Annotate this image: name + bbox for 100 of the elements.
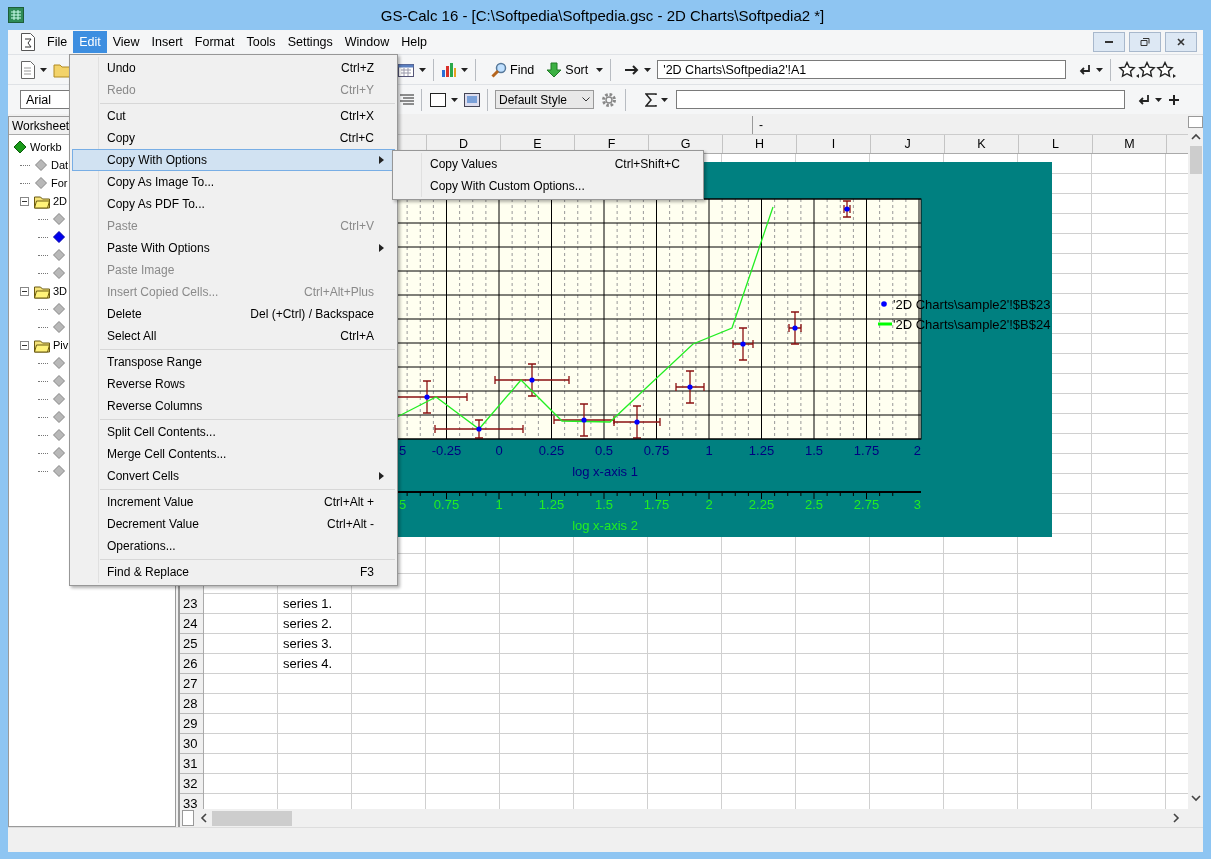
border-icon[interactable]	[429, 91, 447, 108]
scroll-up-icon[interactable]	[1190, 133, 1201, 141]
menu-item[interactable]: Window	[338, 31, 396, 53]
menu-item[interactable]: Reverse Columns	[72, 395, 395, 417]
star-icon[interactable]	[1118, 60, 1137, 79]
caret-icon[interactable]	[451, 97, 458, 102]
menu-item[interactable]: Help	[395, 31, 433, 53]
enter-icon[interactable]	[1078, 63, 1093, 76]
new-document-icon[interactable]	[20, 60, 36, 79]
menu-item[interactable]: View	[106, 31, 146, 53]
menu-item[interactable]: Copy As Image To...	[72, 171, 395, 193]
collapse-icon[interactable]	[20, 286, 29, 296]
menu-item[interactable]: Reverse Rows	[72, 373, 395, 395]
image-icon[interactable]	[464, 92, 480, 107]
bar-chart-icon[interactable]	[441, 61, 457, 78]
caret-icon[interactable]	[40, 67, 47, 72]
caret-icon[interactable]	[1155, 97, 1162, 102]
menu-item[interactable]: Decrement Value Ctrl+Alt -	[72, 513, 395, 535]
tree-item[interactable]: 3D	[9, 282, 69, 300]
menu-item[interactable]: Operations...	[72, 535, 395, 557]
menu-item[interactable]: Copy As PDF To...	[72, 193, 395, 215]
menu-item[interactable]: Increment Value Ctrl+Alt +	[72, 491, 395, 513]
caret-icon[interactable]	[461, 67, 468, 72]
sum-icon[interactable]	[645, 92, 657, 107]
tree-item[interactable]: Piv	[9, 336, 70, 354]
diamond-icon	[52, 464, 66, 478]
row-number[interactable]: 25	[180, 634, 203, 654]
tree-item[interactable]: Workb	[9, 138, 63, 156]
style-select[interactable]: Default Style	[495, 90, 594, 109]
name-box[interactable]: '2D Charts\Softpedia2'!A1	[657, 60, 1067, 79]
settings-icon[interactable]	[600, 90, 618, 109]
menu-item[interactable]: Copy Values Ctrl+Shift+C	[395, 153, 701, 175]
folder-icon[interactable]	[53, 61, 71, 78]
caret-icon[interactable]	[419, 67, 426, 72]
menu-item[interactable]: Transpose Range	[72, 351, 395, 373]
table-cell-text: series 3.	[282, 635, 334, 653]
menu-item[interactable]: Find & Replace F3	[72, 561, 395, 583]
menu-item[interactable]: Undo Ctrl+Z	[72, 57, 395, 79]
menu-item[interactable]: Settings	[281, 31, 339, 53]
column-header[interactable]: H	[723, 135, 797, 153]
caret-icon[interactable]	[661, 97, 668, 102]
sort-button[interactable]: Sort	[542, 59, 593, 80]
align-justify-icon[interactable]	[400, 93, 414, 106]
tick-label: 0.25	[538, 443, 565, 458]
caret-icon[interactable]	[1096, 67, 1104, 72]
menu-item[interactable]: Copy With Custom Options...	[395, 175, 701, 197]
tree-item[interactable]: Dat	[9, 156, 70, 174]
collapse-icon[interactable]	[20, 196, 29, 206]
row-number[interactable]: 32	[180, 774, 203, 794]
row-number[interactable]: 26	[180, 654, 203, 674]
scroll-left-icon[interactable]	[200, 813, 208, 823]
row-number[interactable]: 30	[180, 734, 203, 754]
split-handle[interactable]	[1188, 116, 1203, 128]
diamond-icon	[34, 158, 48, 172]
menu-item[interactable]: Merge Cell Contents...	[72, 443, 395, 465]
scrollbar-thumb[interactable]	[212, 810, 292, 826]
column-header[interactable]: I	[797, 135, 871, 153]
enter-icon[interactable]	[1137, 93, 1151, 106]
plus-icon[interactable]	[1168, 93, 1180, 106]
column-header[interactable]: K	[945, 135, 1019, 153]
tree-item[interactable]: 2D	[9, 192, 69, 210]
menu-item[interactable]: Convert Cells	[72, 465, 395, 487]
row-number[interactable]: 29	[180, 714, 203, 734]
column-header[interactable]: J	[871, 135, 945, 153]
formula-field[interactable]	[676, 90, 1125, 109]
row-number[interactable]: 28	[180, 694, 203, 714]
menu-item[interactable]: Select All Ctrl+A	[72, 325, 395, 347]
menu-item[interactable]: Insert	[145, 31, 189, 53]
column-header[interactable]: M	[1093, 135, 1167, 153]
row-number[interactable]: 31	[180, 754, 203, 774]
menu-item[interactable]: Cut Ctrl+X	[72, 105, 395, 127]
row-number[interactable]: 24	[180, 614, 203, 634]
menu-item[interactable]: Delete Del (+Ctrl) / Backspace	[72, 303, 395, 325]
menu-item[interactable]: File	[41, 31, 74, 53]
calendar-icon[interactable]	[397, 61, 415, 78]
menu-item[interactable]: Copy Ctrl+C	[72, 127, 395, 149]
scroll-right-icon[interactable]	[1172, 813, 1180, 823]
caret-icon[interactable]	[596, 67, 604, 72]
restore-button[interactable]	[1129, 32, 1161, 52]
menu-item[interactable]: Tools	[240, 31, 282, 53]
menu-item[interactable]: Split Cell Contents...	[72, 421, 395, 443]
star-icon[interactable]	[1156, 60, 1177, 79]
find-button[interactable]: Find	[487, 59, 539, 80]
right-arrow-icon[interactable]	[624, 63, 641, 76]
minimize-button[interactable]	[1093, 32, 1125, 52]
menu-item[interactable]: Paste With Options	[72, 237, 395, 259]
star-icon[interactable]	[1136, 60, 1157, 79]
scroll-down-icon[interactable]	[1190, 794, 1201, 802]
menu-item[interactable]: Format	[188, 31, 241, 53]
menu-item[interactable]: Copy With Options	[72, 149, 395, 171]
row-number[interactable]: 27	[180, 674, 203, 694]
axis-title: log x-axis 1	[572, 464, 638, 479]
split-handle[interactable]	[182, 810, 194, 826]
scrollbar-thumb[interactable]	[1189, 146, 1202, 174]
tree-item[interactable]: For	[9, 174, 69, 192]
document-icon[interactable]	[20, 33, 36, 51]
column-header[interactable]: L	[1019, 135, 1093, 153]
row-number[interactable]: 23	[180, 594, 203, 614]
collapse-icon[interactable]	[20, 340, 29, 350]
caret-icon[interactable]	[644, 67, 652, 72]
